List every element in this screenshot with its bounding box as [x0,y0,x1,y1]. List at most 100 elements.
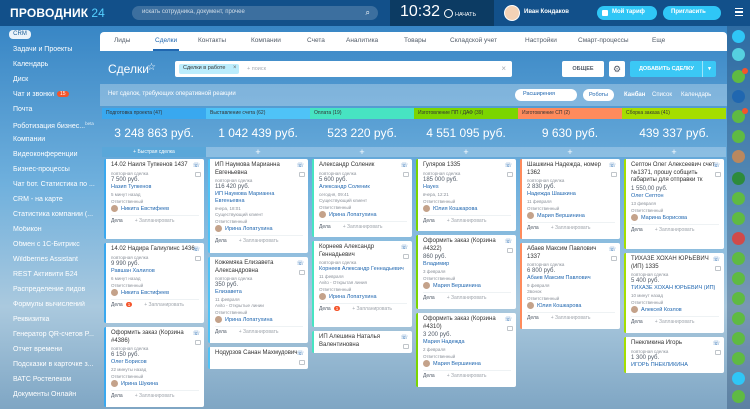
chat-icon[interactable] [715,266,721,271]
plan-activity-link[interactable]: + Запланировать [239,329,279,335]
tab-9[interactable]: Смарт-процессы [578,37,629,44]
deal-title[interactable]: Оформить заказ (Корзина #4386) [111,330,195,345]
chat-icon[interactable] [403,254,409,259]
plan-activity-link[interactable]: + Запланировать [144,302,184,308]
deal-title[interactable]: Кожемяка Елизавета Александровна [215,260,299,275]
responsible-person[interactable]: Мария Вершинина [423,360,511,367]
stage-header[interactable]: Подготовка проекта (47) [102,108,206,119]
contact-icon[interactable] [732,312,745,325]
deal-client-link[interactable]: Абаев Максим Павлович [527,275,615,282]
phone-icon[interactable]: ☏ [504,238,512,245]
chat-icon[interactable] [507,248,513,253]
gear-icon[interactable]: ⚙ [609,61,625,77]
clear-filter-icon[interactable]: × [501,64,506,73]
sidebar-item[interactable]: Диск [13,76,100,83]
deals-link[interactable]: Дела [631,319,643,325]
deals-link[interactable]: Дела [111,302,123,308]
contact-icon[interactable] [732,212,745,225]
deals-link[interactable]: Дела [215,329,227,335]
chat-icon[interactable] [403,344,409,349]
category-select-button[interactable]: ОБЩЕЕ [562,61,604,77]
phone-icon[interactable]: ☏ [400,244,408,251]
deal-card[interactable]: Александр Соленик повторная сделка 5 600 р… [312,159,412,237]
sidebar-item[interactable]: Задачи и Проекты [13,46,100,53]
sidebar-item[interactable]: Обмен с 1С-Битрикс [13,241,100,248]
sidebar-item[interactable]: REST Активити Б24 [13,271,100,278]
extensions-button[interactable]: Расширения [515,89,577,101]
deal-card[interactable]: ТИХАЗЕ ХОХАН ЮРЬЕВИЧ (ИП) 1335 повторная … [624,253,724,333]
phone-icon[interactable]: ☏ [712,162,720,169]
contact-icon[interactable] [732,192,745,205]
tab-10[interactable]: Еще [652,37,665,44]
phone-icon[interactable]: ☏ [296,350,304,357]
deal-title[interactable]: Гуляров 1335 [423,162,507,170]
phone-icon[interactable]: ☏ [608,246,616,253]
stage-header[interactable]: Изготовление ПП / ДАФ (39) [414,108,518,119]
deal-title[interactable]: 14.02 Наиля Тупкенов 1437 [111,162,195,170]
logo[interactable]: ПРОВОДНИК 24 [10,6,105,20]
tab-5[interactable]: Аналитика [346,37,378,44]
plan-activity-link[interactable]: + Запланировать [655,319,695,325]
stage-header[interactable]: Сборка заказа (41) [622,108,726,119]
deal-card[interactable]: Оформить заказ (Корзина #4386) повторная … [104,327,204,407]
phone-icon[interactable]: ☏ [400,334,408,341]
responsible-person[interactable]: Марина Борисова [631,214,719,221]
deals-link[interactable]: Дела [319,224,331,230]
search-icon[interactable] [732,372,745,385]
chevron-down-icon[interactable]: ▾ [702,61,716,77]
deal-title[interactable]: 14.02 Надира Галиулинс 1436 [111,246,195,254]
responsible-person[interactable]: Ирина Лопатухина [215,316,303,323]
add-deal-button[interactable]: ДОБАВИТЬ СДЕЛКУ ▾ [630,61,716,77]
filter-chip[interactable]: Сделки в работе × [179,64,240,74]
chat-icon[interactable] [299,360,305,365]
deal-title[interactable]: ИП Наумова Марианна Евгеньевна [215,162,299,177]
deal-card[interactable]: 14.02 Наиля Тупкенов 1437 повторная сделк… [104,159,204,239]
contact-icon[interactable] [732,108,748,123]
deals-link[interactable]: Дела [423,295,435,301]
phone-icon[interactable]: ☏ [296,162,304,169]
sidebar-item[interactable]: Wildberries Assistant [13,256,100,263]
my-tariff-button[interactable]: Мой тариф [597,6,657,20]
deal-card[interactable]: Пнекликина Игорь повторная сделка 1 300 ру… [624,337,724,373]
avatar[interactable] [732,150,745,163]
chat-icon[interactable] [299,270,305,275]
sidebar-item[interactable]: Документы Онлайн [13,391,100,398]
sidebar-item[interactable]: Роботизация бизнес...beta [13,121,100,130]
phone-icon[interactable] [732,390,745,403]
deal-card[interactable]: Оформить заказ (Корзина #4310) 3 200 руб.… [416,313,516,387]
sidebar-item[interactable]: Бизнес-процессы [13,166,100,173]
sidebar-item[interactable]: Почта [13,106,100,113]
tab-2[interactable]: Контакты [198,37,226,44]
plan-activity-link[interactable]: + Запланировать [343,224,383,230]
sidebar-item[interactable]: Компании [13,136,100,143]
sidebar-item[interactable]: Подсказки в карточке з... [13,361,100,368]
chat-icon[interactable] [299,172,305,177]
sidebar-item[interactable]: Реквизитка [13,316,100,323]
responsible-person[interactable]: Никита Евстифеев [111,205,199,212]
tab-3[interactable]: Компании [251,37,281,44]
deals-link[interactable]: Дела [527,225,539,231]
phone-icon[interactable]: ☏ [296,260,304,267]
tab-1[interactable]: Сделки [152,37,180,51]
tab-4[interactable]: Счета [307,37,325,44]
deals-link[interactable]: Дела [111,393,123,399]
plan-activity-link[interactable]: + Запланировать [551,225,591,231]
deal-client-link[interactable]: ИП Наумова Марианна Евгеньевна [215,191,303,205]
responsible-person[interactable]: Никита Евстифеев [111,289,199,296]
chat-icon[interactable] [715,350,721,355]
deal-card[interactable]: Оформить заказ (Корзина #4322) 860 руб. Вл… [416,235,516,309]
contact-icon[interactable] [732,68,748,83]
search-icon[interactable]: ⌕ [366,8,370,18]
responsible-person[interactable]: Алексей Козлов [631,306,719,313]
deal-title[interactable]: ИП Алешина Наталья Валентиновна [319,334,403,349]
deal-card[interactable]: ИП Наумова Марианна Евгеньевна повторная … [208,159,308,253]
deal-client-link[interactable]: Олег Борисов [111,359,199,366]
sidebar-item[interactable]: Формулы вычислений [13,301,100,308]
help-icon[interactable] [732,30,745,43]
deal-card[interactable]: Нодурзов Санан Махмудович ☏ [208,347,308,369]
deal-client-link[interactable]: Корнеев Александр Геннадьевич [319,266,407,273]
responsible-person[interactable]: Юлия Кошкарова [423,205,511,212]
plan-activity-link[interactable]: + Запланировать [239,238,279,244]
deal-client-link[interactable]: Елизавета [215,289,303,296]
phone-icon[interactable]: ☏ [504,316,512,323]
